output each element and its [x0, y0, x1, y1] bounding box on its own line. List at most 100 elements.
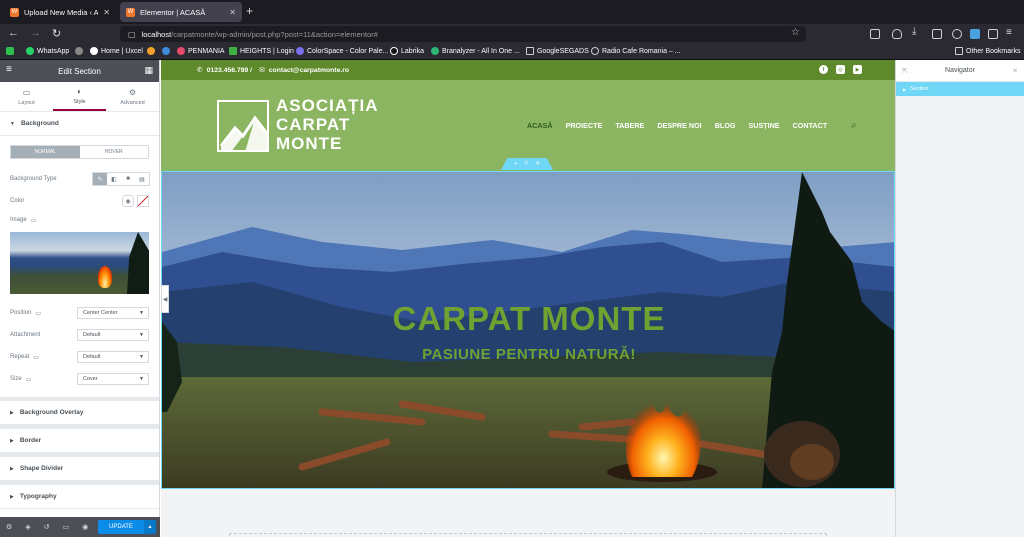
border-section[interactable]: ▶ Border — [0, 429, 159, 453]
layout-icon: ▭ — [22, 87, 31, 97]
nav-item-contact[interactable]: CONTACT — [793, 121, 828, 130]
delete-section-icon[interactable]: ✕ — [535, 161, 540, 167]
section-handle[interactable]: + ⠿ ✕ — [501, 158, 553, 170]
background-section-header[interactable]: ▼ Background — [0, 112, 159, 136]
global-color-icon[interactable]: ◉ — [122, 195, 134, 207]
video-icon[interactable]: ■ — [121, 173, 135, 185]
browser-tab-elementor[interactable]: W Elementor | ACASĂ ✕ — [120, 2, 242, 22]
forward-arrow-icon[interactable]: → — [30, 27, 41, 39]
bookmark-apps-icon[interactable] — [6, 47, 14, 55]
address-bar[interactable]: ▢ localhost/carpatmonte/wp-admin/post.ph… — [120, 26, 806, 42]
menu-icon[interactable]: ≡ — [1006, 27, 1012, 38]
instagram-icon[interactable]: ◎ — [836, 65, 845, 74]
desktop-icon[interactable]: ▭ — [26, 376, 32, 383]
facebook-icon[interactable]: f — [819, 65, 828, 74]
navigator-item-section[interactable]: ▶ Section — [896, 82, 1024, 96]
size-select[interactable]: Cover ▼ — [77, 373, 149, 385]
puzzle-icon[interactable] — [952, 29, 962, 39]
background-type-row: Background Type ✎ ◧ ■ ▤ — [0, 168, 159, 190]
gradient-icon[interactable]: ◧ — [107, 173, 121, 185]
main-navigation: ACASĂ PROIECTE TABERE DESPRE NOI BLOG SU… — [527, 121, 827, 130]
nav-item-acasa[interactable]: ACASĂ — [527, 121, 553, 130]
collapse-panel-handle-icon[interactable]: ◀ — [161, 285, 169, 313]
responsive-mode-icon[interactable]: ▭ — [63, 523, 70, 531]
state-hover-tab[interactable]: HOVER — [80, 146, 149, 158]
back-arrow-icon[interactable]: ← — [8, 27, 19, 39]
bookmark-uxcel[interactable]: Home | Uxcel — [90, 47, 143, 55]
reload-icon[interactable]: ↻ — [52, 27, 61, 40]
widgets-grid-icon[interactable]: ▦ — [144, 65, 153, 76]
attachment-select[interactable]: Default ▼ — [77, 329, 149, 341]
update-options-caret-icon[interactable]: ▲ — [144, 520, 156, 534]
site-logo[interactable]: ASOCIAȚIA CARPAT MONTE — [217, 97, 379, 154]
settings-gear-icon[interactable]: ⚙ — [6, 523, 12, 531]
position-select[interactable]: Center Center ▼ — [77, 307, 149, 319]
bookmark-orange-icon[interactable] — [147, 47, 155, 55]
dock-navigator-icon[interactable]: ⇱ — [902, 67, 908, 75]
email-icon: ✉ — [259, 67, 265, 74]
download-icon[interactable]: ⤓ — [912, 26, 916, 37]
hero-section[interactable]: CARPAT MONTE PASIUNE PENTRU NATURĂ! — [161, 171, 895, 489]
close-navigator-icon[interactable]: ✕ — [1012, 67, 1018, 75]
nav-item-sustine[interactable]: SUSȚINE — [748, 121, 779, 130]
bookmark-googlesegads[interactable]: GoogleSEGADS — [526, 47, 589, 55]
nav-item-blog[interactable]: BLOG — [715, 121, 736, 130]
new-tab-icon[interactable]: + — [246, 4, 253, 18]
bookmark-whatsapp[interactable]: WhatsApp — [26, 47, 69, 55]
preview-eye-icon[interactable]: ◉ — [82, 523, 88, 531]
history-icon[interactable]: ↺ — [44, 523, 50, 531]
bookmark-penmania[interactable]: PENMANIA — [177, 47, 225, 55]
nav-item-tabere[interactable]: TABERE — [615, 121, 644, 130]
background-image-preview[interactable] — [10, 232, 149, 294]
desktop-icon[interactable]: ▭ — [31, 217, 37, 224]
color-picker-empty[interactable] — [137, 195, 149, 207]
brush-icon[interactable]: ✎ — [93, 173, 107, 185]
bookmark-uxcel-icon[interactable] — [75, 47, 83, 55]
phone-icon: ✆ — [197, 67, 203, 74]
slideshow-icon[interactable]: ▤ — [135, 173, 149, 185]
tab-advanced[interactable]: ⚙ Advanced — [106, 82, 159, 111]
bookmark-n-icon[interactable] — [162, 47, 170, 55]
bookmark-heights[interactable]: HEIGHTS | Login — [229, 47, 294, 55]
attachment-row: Attachment Default ▼ — [0, 324, 159, 346]
bookmark-radio-cafe[interactable]: Radio Cafe Romania – ... — [591, 47, 681, 55]
nav-item-proiecte[interactable]: PROIECTE — [566, 121, 603, 130]
desktop-icon[interactable]: ▭ — [35, 310, 41, 317]
tab-layout[interactable]: ▭ Layout — [0, 82, 53, 111]
container-icon[interactable] — [870, 29, 880, 39]
state-normal-tab[interactable]: NORMAL — [11, 146, 80, 158]
caret-down-icon: ▼ — [139, 376, 144, 382]
bookmark-star-icon[interactable]: ☆ — [791, 27, 800, 38]
bookmark-labrika[interactable]: Labrika — [390, 47, 424, 55]
repeat-select[interactable]: Default ▼ — [77, 351, 149, 363]
drag-section-icon[interactable]: ⠿ — [524, 161, 528, 167]
email-address[interactable]: contact@carpatmonte.ro — [269, 67, 349, 74]
background-overlay-section[interactable]: ▶ Background Overlay — [0, 401, 159, 425]
extension-icon[interactable] — [932, 29, 942, 39]
bookmark-colorspace[interactable]: ColorSpace - Color Pale... — [296, 47, 388, 55]
nav-item-despre-noi[interactable]: DESPRE NOI — [657, 121, 701, 130]
save-icon[interactable] — [970, 29, 980, 39]
close-tab-icon[interactable]: ✕ — [103, 8, 110, 17]
youtube-icon[interactable]: ▶ — [853, 65, 862, 74]
shape-divider-section[interactable]: ▶ Shape Divider — [0, 457, 159, 481]
browser-tab-upload-media[interactable]: W Upload New Media ‹ Asociația ✕ — [4, 2, 116, 22]
tab-style[interactable]: ◐ Style — [53, 82, 106, 111]
close-tab-icon[interactable]: ✕ — [229, 8, 236, 17]
search-icon[interactable]: ⌕ — [851, 120, 857, 131]
navigator-layers-icon[interactable]: ◈ — [25, 523, 30, 531]
other-bookmarks[interactable]: Other Bookmarks — [955, 47, 1020, 55]
caret-down-icon: ▼ — [139, 332, 144, 338]
page-info-icon: ▢ — [128, 29, 136, 39]
add-new-section-area[interactable] — [229, 533, 827, 537]
panel-title: Edit Section — [58, 66, 101, 76]
tree-silhouette — [127, 232, 149, 294]
desktop-icon[interactable]: ▭ — [33, 354, 39, 361]
typography-section[interactable]: ▶ Typography — [0, 485, 159, 509]
add-section-icon[interactable]: + — [514, 161, 517, 167]
account-icon[interactable] — [988, 29, 998, 39]
pocket-icon[interactable] — [892, 29, 902, 39]
bookmark-branalyzer[interactable]: Branalyzer - All In One ... — [431, 47, 520, 55]
hamburger-menu-icon[interactable]: ≡ — [6, 64, 12, 75]
update-button[interactable]: UPDATE — [98, 520, 144, 534]
